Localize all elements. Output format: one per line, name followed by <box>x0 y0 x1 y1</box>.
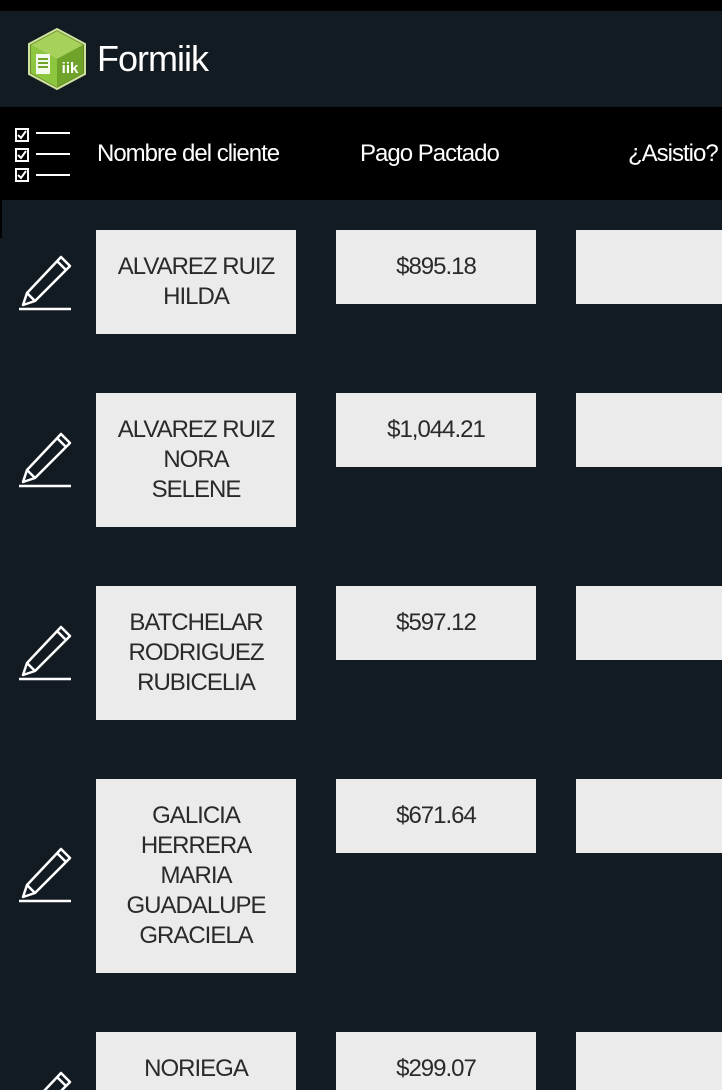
pencil-edit-icon[interactable] <box>17 846 73 904</box>
client-name-line: BATCHELAR <box>129 609 263 636</box>
client-name-line: RUBICELIA <box>137 669 256 696</box>
attended-field[interactable] <box>576 1032 722 1090</box>
client-name-line: SELENE <box>151 476 242 503</box>
client-name-line: GRACIELA <box>139 922 253 949</box>
attended-field[interactable] <box>576 393 722 467</box>
client-name-line: ALVAREZ RUIZ <box>117 253 275 280</box>
client-name-line: RODRIGUEZ <box>128 639 265 666</box>
pencil-edit-icon[interactable] <box>17 254 73 312</box>
payment-cell[interactable]: $895.18 <box>336 230 536 304</box>
pencil-edit-icon[interactable] <box>17 624 73 682</box>
attended-field[interactable] <box>576 586 722 660</box>
client-name-cell[interactable]: BATCHELAR RODRIGUEZ RUBICELIA <box>96 586 296 720</box>
payment-cell[interactable]: $1,044.21 <box>336 393 536 467</box>
attended-field[interactable] <box>576 779 722 853</box>
client-name-line: NORA <box>163 446 229 473</box>
payment-cell[interactable]: $671.64 <box>336 779 536 853</box>
client-name-cell[interactable]: NORIEGA <box>96 1032 296 1090</box>
client-name-cell[interactable]: ALVAREZ RUIZ NORA SELENE <box>96 393 296 527</box>
client-name-line: MARIA <box>160 862 232 889</box>
client-list: ALVAREZ RUIZ HILDA $895.18 ALVAREZ RUIZ … <box>0 0 722 1090</box>
client-name-line: GALICIA <box>152 802 241 829</box>
client-name-line: HERRERA <box>140 832 252 859</box>
client-name-line: HILDA <box>163 283 230 310</box>
client-name-line: GUADALUPE <box>126 892 266 919</box>
payment-cell[interactable]: $597.12 <box>336 586 536 660</box>
client-name-cell[interactable]: GALICIA HERRERA MARIA GUADALUPE GRACIELA <box>96 779 296 973</box>
pencil-edit-icon[interactable] <box>17 1070 73 1090</box>
payment-cell[interactable]: $299.07 <box>336 1032 536 1090</box>
pencil-edit-icon[interactable] <box>17 431 73 489</box>
client-name-cell[interactable]: ALVAREZ RUIZ HILDA <box>96 230 296 334</box>
attended-field[interactable] <box>576 230 722 304</box>
client-name-line: NORIEGA <box>144 1055 249 1082</box>
client-name-line: ALVAREZ RUIZ <box>117 416 275 443</box>
